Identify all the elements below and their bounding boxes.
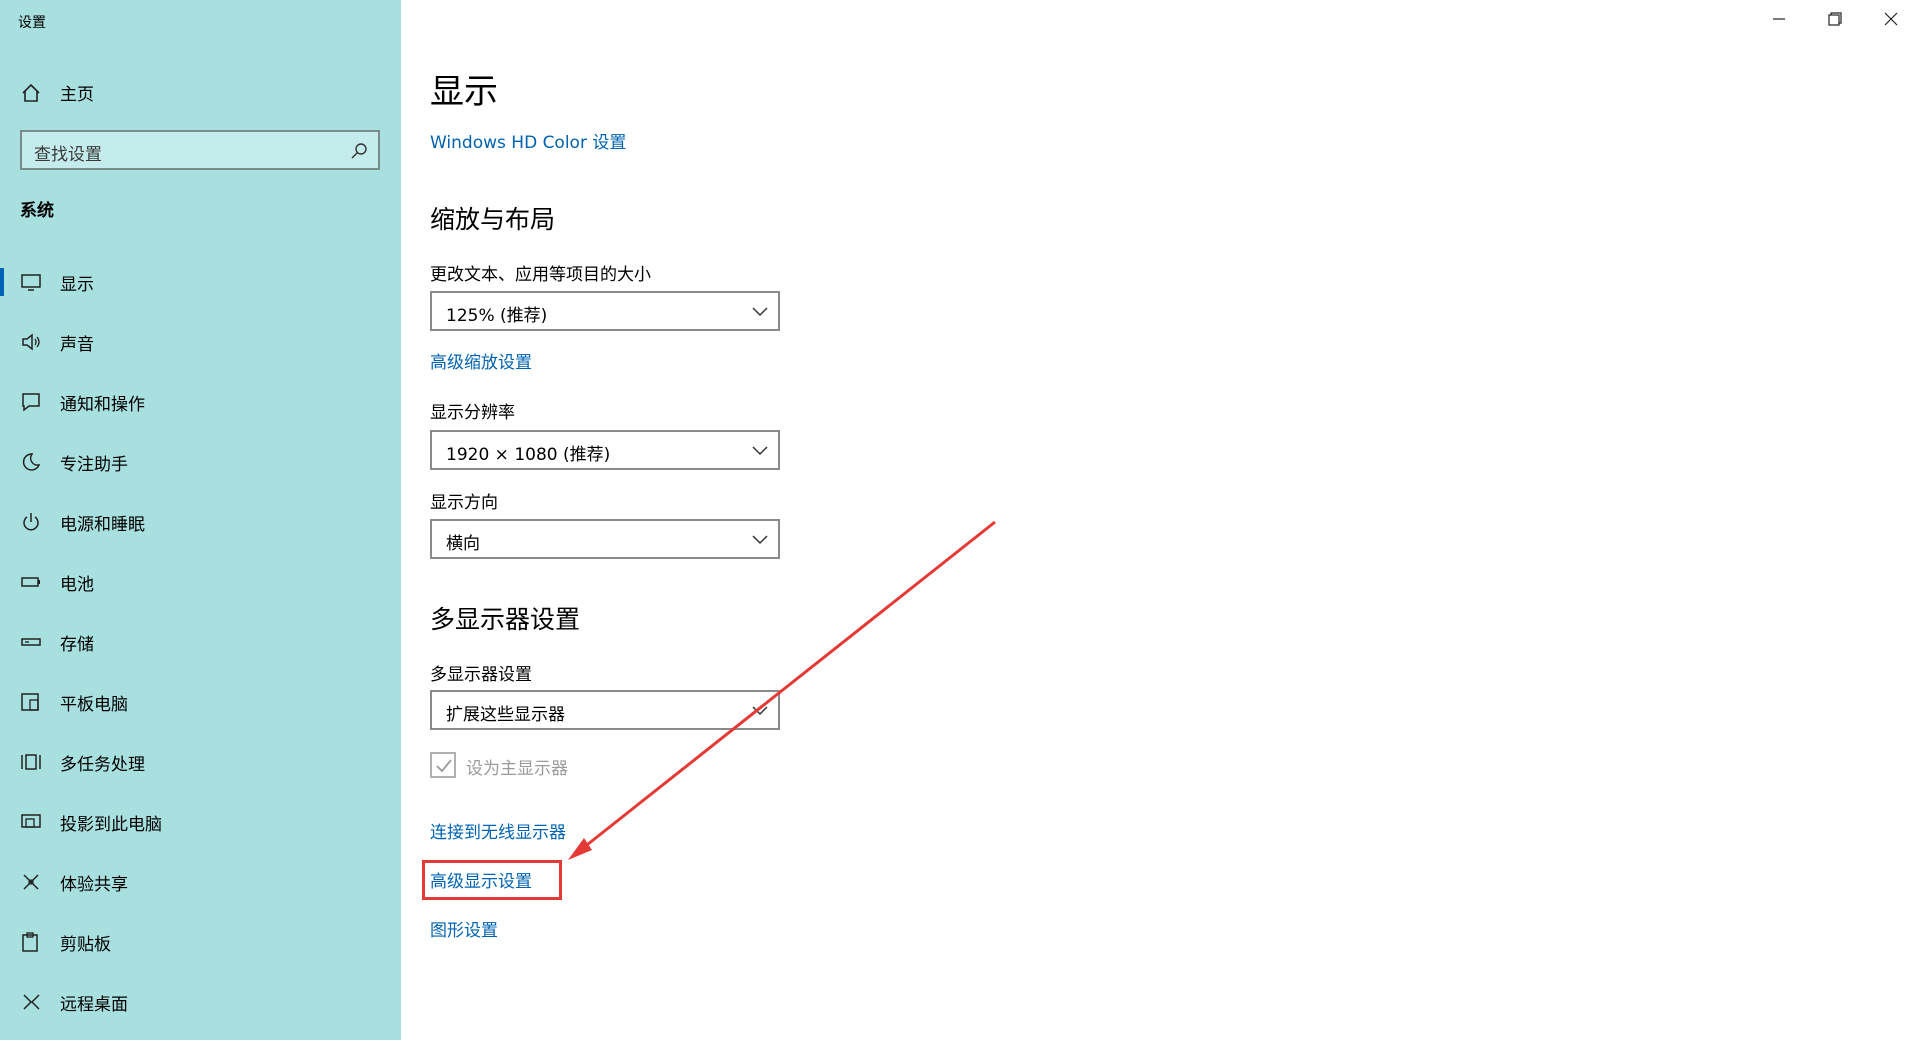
chevron-down-icon: [752, 307, 768, 317]
sidebar-item-label: 平板电脑: [60, 695, 128, 715]
minimize-button[interactable]: [1752, 0, 1808, 40]
close-icon: [1884, 12, 1898, 26]
tablet-icon: [21, 693, 39, 711]
sidebar-item-tablet[interactable]: 平板电脑: [0, 674, 401, 730]
restore-button[interactable]: [1808, 0, 1864, 40]
close-button[interactable]: [1864, 0, 1913, 40]
resolution-label: 显示分辨率: [430, 403, 515, 423]
scale-label: 更改文本、应用等项目的大小: [430, 265, 651, 285]
search-placeholder: 查找设置: [34, 145, 102, 165]
scale-value: 125% (推荐): [446, 306, 548, 326]
sidebar-item-label: 多任务处理: [60, 755, 145, 775]
battery-icon: [21, 577, 40, 587]
advanced-scaling-link[interactable]: 高级缩放设置: [430, 348, 532, 373]
home-label: 主页: [60, 85, 94, 105]
wireless-display-link[interactable]: 连接到无线显示器: [430, 818, 566, 843]
sidebar-item-focus-assist[interactable]: 专注助手: [0, 434, 401, 490]
speaker-icon: [22, 333, 40, 351]
active-indicator: [0, 268, 4, 296]
resolution-value: 1920 × 1080 (推荐): [446, 445, 611, 465]
home-nav-item[interactable]: 主页: [0, 70, 401, 114]
sidebar-item-power-sleep[interactable]: 电源和睡眠: [0, 494, 401, 550]
home-icon: [22, 83, 40, 102]
sidebar-item-label: 剪贴板: [60, 935, 111, 955]
sidebar-item-notifications[interactable]: 通知和操作: [0, 374, 401, 430]
moon-icon: [22, 453, 41, 471]
resolution-dropdown[interactable]: 1920 × 1080 (推荐): [430, 430, 780, 470]
orientation-dropdown[interactable]: 横向: [430, 519, 780, 559]
orientation-label: 显示方向: [430, 493, 498, 513]
sidebar-item-label: 声音: [60, 335, 94, 355]
checkmark-icon: [436, 759, 452, 773]
search-icon: [351, 143, 367, 159]
primary-display-checkbox[interactable]: [430, 752, 456, 778]
power-icon: [23, 513, 39, 531]
multitask-icon: [21, 754, 41, 770]
storage-icon: [21, 638, 41, 646]
notification-icon: [22, 393, 40, 412]
sidebar-item-label: 显示: [60, 275, 94, 295]
share-icon: [23, 874, 39, 890]
remote-desktop-icon: [23, 994, 40, 1010]
restore-icon: [1828, 12, 1842, 26]
app-title: 设置: [18, 15, 46, 31]
multi-display-label: 多显示器设置: [430, 665, 532, 685]
annotation-highlight-box: [422, 860, 562, 900]
sidebar-item-label: 体验共享: [60, 875, 128, 895]
scale-layout-heading: 缩放与布局: [430, 205, 556, 234]
chevron-down-icon: [752, 446, 768, 456]
sidebar-item-label: 电池: [60, 575, 94, 595]
sidebar-item-sound[interactable]: 声音: [0, 314, 401, 370]
section-label-system: 系统: [20, 201, 54, 221]
sidebar-item-label: 存储: [60, 635, 94, 655]
sidebar-item-multitasking[interactable]: 多任务处理: [0, 734, 401, 790]
sidebar-item-storage[interactable]: 存储: [0, 614, 401, 670]
sidebar-item-label: 专注助手: [60, 455, 128, 475]
sidebar-item-label: 投影到此电脑: [60, 815, 162, 835]
sidebar-item-remote-desktop[interactable]: 远程桌面: [0, 974, 401, 1030]
sidebar: 设置 主页 查找设置 系统 显示 声音 通知和操作 专注助手 电源和睡眠 电池 …: [0, 0, 401, 1040]
orientation-value: 横向: [446, 534, 480, 554]
search-input[interactable]: 查找设置: [20, 130, 380, 170]
graphics-settings-link[interactable]: 图形设置: [430, 916, 498, 941]
multi-display-dropdown[interactable]: 扩展这些显示器: [430, 690, 780, 730]
primary-display-label: 设为主显示器: [466, 759, 568, 779]
multi-display-value: 扩展这些显示器: [446, 705, 565, 725]
sidebar-item-battery[interactable]: 电池: [0, 554, 401, 610]
sidebar-item-label: 远程桌面: [60, 995, 128, 1015]
multi-display-heading: 多显示器设置: [430, 605, 581, 634]
sidebar-item-display[interactable]: 显示: [0, 254, 401, 310]
sidebar-item-shared-experiences[interactable]: 体验共享: [0, 854, 401, 910]
scale-dropdown[interactable]: 125% (推荐): [430, 291, 780, 331]
chevron-down-icon: [752, 535, 768, 545]
sidebar-item-label: 通知和操作: [60, 395, 145, 415]
sidebar-item-project[interactable]: 投影到此电脑: [0, 794, 401, 850]
sidebar-item-clipboard[interactable]: 剪贴板: [0, 914, 401, 970]
clipboard-icon: [22, 932, 38, 952]
monitor-icon: [21, 274, 41, 291]
hd-color-settings-link[interactable]: Windows HD Color 设置: [430, 128, 626, 153]
page-title: 显示: [430, 72, 498, 112]
sidebar-item-label: 电源和睡眠: [60, 515, 145, 535]
minimize-icon: [1773, 18, 1785, 20]
project-icon: [21, 814, 41, 828]
chevron-down-icon: [752, 706, 768, 716]
